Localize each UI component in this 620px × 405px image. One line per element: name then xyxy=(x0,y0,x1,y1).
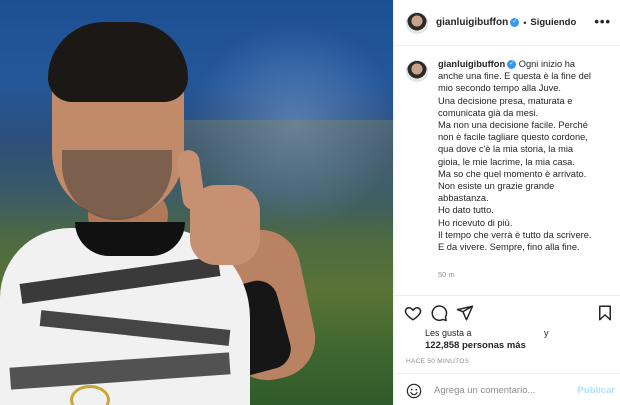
divider xyxy=(394,295,620,296)
comment-input[interactable] xyxy=(434,382,569,398)
bookmark-icon[interactable] xyxy=(596,304,614,322)
shirt-collar xyxy=(75,222,185,256)
caption-line: gioia, le mie lacrime, la mia casa. xyxy=(438,156,575,167)
caption-line: abbastanza. xyxy=(438,193,489,204)
paper-plane-icon[interactable] xyxy=(456,304,474,322)
more-options-icon[interactable]: ••• xyxy=(594,14,611,29)
caption-line: Ma so che quel momento è arrivato. xyxy=(438,168,587,179)
avatar[interactable] xyxy=(406,60,428,82)
thumbs-up-hand xyxy=(190,185,260,265)
caption-block: gianluigibuffon ✓ Ogni inizio ha anche un… xyxy=(406,58,616,253)
caption-line: gianluigibuffon ✓ Ogni inizio ha xyxy=(438,59,576,70)
caption-line: non è facile tagliare questo cordone, xyxy=(438,132,588,143)
post-header: gianluigibuffon ✓ • Siguiendo ••• xyxy=(394,0,620,46)
caption-line: mio secondo tempo alla Juve. xyxy=(438,83,561,94)
caption-line: E da vivere. Sempre, fino alla fine. xyxy=(438,242,580,253)
post-timestamp[interactable]: HACE 50 MINUTOS xyxy=(406,358,469,365)
heart-icon[interactable] xyxy=(404,304,422,322)
avatar[interactable] xyxy=(406,11,428,34)
likes-label: Les gusta a xyxy=(425,328,472,338)
action-bar xyxy=(404,304,614,324)
verified-badge-icon: ✓ xyxy=(510,18,520,27)
caption-timestamp[interactable]: 50 m xyxy=(438,270,455,279)
header-username[interactable]: gianluigibuffon xyxy=(436,17,508,28)
caption-line: Il tempo che verrà è tutto da scrivere. xyxy=(438,229,592,240)
caption-line: Ho ricevuto di più. xyxy=(438,217,513,228)
caption-line: Ma non una decisione facile. Perché xyxy=(438,120,588,131)
caption-line: qua dove c'è la mia storia, la mia xyxy=(438,144,574,155)
caption-line: Ho dato tutto. xyxy=(438,205,494,216)
post-detail-panel: gianluigibuffon ✓ • Siguiendo ••• gianlu… xyxy=(393,0,620,405)
post-photo[interactable] xyxy=(0,0,393,405)
comment-bar: Publicar xyxy=(394,374,620,405)
post-caption: gianluigibuffon ✓ Ogni inizio ha anche un… xyxy=(438,58,613,253)
caption-line: Una decisione presa, maturata e xyxy=(438,95,573,106)
following-button[interactable]: Siguiendo xyxy=(530,17,576,28)
player-hair xyxy=(48,22,188,102)
comment-bubble-icon[interactable] xyxy=(430,304,448,322)
likes-and: y xyxy=(544,328,549,338)
header-separator: • xyxy=(523,17,527,28)
caption-username[interactable]: gianluigibuffon xyxy=(438,59,505,69)
verified-badge-icon: ✓ xyxy=(507,60,517,70)
caption-line: anche una fine. E questa è la fine del xyxy=(438,71,591,82)
smiley-icon[interactable] xyxy=(406,383,422,399)
caption-line: Non esiste un grazie grande xyxy=(438,181,555,192)
likes-count[interactable]: 122,858 personas más xyxy=(425,340,526,351)
publish-button[interactable]: Publicar xyxy=(578,385,616,396)
caption-line: comunicata già da mesi. xyxy=(438,107,539,118)
